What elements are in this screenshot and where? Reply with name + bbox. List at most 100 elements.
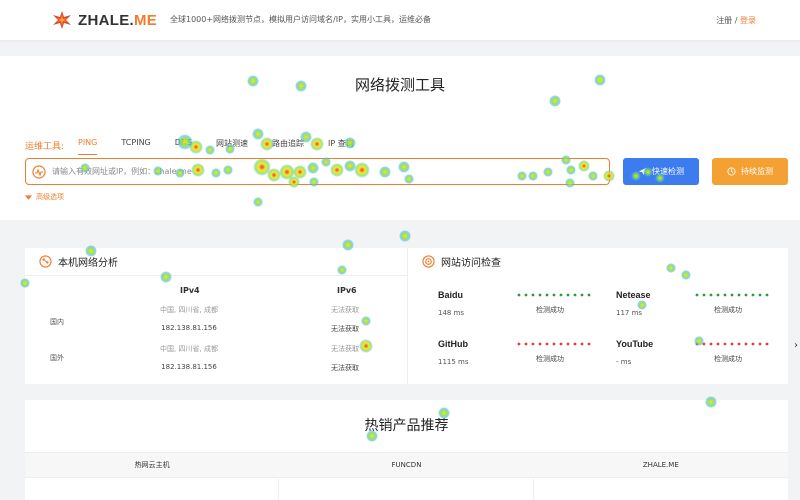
foreign-ipv4-location: 中国, 四川省, 成都 [160,345,218,353]
quick-check-button[interactable]: 快速检测 [623,158,699,185]
products-title: 热销产品推荐 [364,418,449,434]
brand-logo-icon [53,11,71,29]
status-dot [730,342,734,346]
status-dot [723,342,727,346]
site-status: 检测成功 [714,355,742,363]
register-link[interactable]: 注册 [716,16,732,25]
status-dot [751,293,755,297]
status-dot [587,342,591,346]
advanced-options-label: 高级选项 [36,193,64,201]
tab-ip-lookup[interactable]: IP 查询 [328,138,354,155]
site-latency: 117 ms [616,309,643,317]
product-tab-funcdn[interactable]: FUNCDN [279,453,533,477]
domestic-ipv4-location: 中国, 四川省, 成都 [160,306,218,314]
status-dot [580,293,584,297]
status-dot [716,293,720,297]
status-dot [531,342,535,346]
site-status: 检测成功 [536,355,564,363]
site-latency: 1115 ms [438,358,469,366]
tab-dns[interactable]: DNS [175,138,192,155]
auth-links: 注册 / 登录 [716,15,756,26]
site-latency: - ms [616,358,632,366]
status-dot [744,293,748,297]
quick-check-label: 快速检测 [652,167,684,176]
site-name: Baidu [438,290,464,300]
status-dot [545,293,549,297]
status-dot [538,293,542,297]
status-dot [524,342,528,346]
tool-label: 运维工具: [25,142,65,152]
product-tab-cloud-host[interactable]: 热网云主机 [25,453,279,477]
status-dot [723,293,727,297]
login-link[interactable]: 登录 [740,16,756,25]
tab-speedtest[interactable]: 网站测速 [216,138,248,155]
status-dot [517,293,521,297]
search-input[interactable] [52,162,602,181]
status-dot [695,293,699,297]
brand-name: ZHALE.ME [78,11,158,29]
tab-traceroute[interactable]: 路由追踪 [272,138,304,155]
status-dot [702,342,706,346]
auth-separator: / [732,16,740,25]
status-dots [695,342,769,346]
site-status: 检测成功 [536,306,564,314]
status-dots [517,342,591,346]
brand-logo[interactable]: ZHALE.ME [52,10,157,30]
status-dot [538,342,542,346]
site-check-github: GitHub 1115 ms 检测成功 [438,339,598,379]
status-dot [566,342,570,346]
ipv4-column-header: IPv4 [180,286,200,295]
status-dot [744,342,748,346]
status-dot [517,342,521,346]
status-dot [559,293,563,297]
table-divider [25,275,407,276]
heat-spot [399,230,411,242]
continuous-monitor-button[interactable]: 持续监测 [712,158,788,185]
foreign-ipv6-address: 无法获取 [331,364,359,372]
network-icon [39,255,52,268]
status-dot [559,342,563,346]
status-dot [758,342,762,346]
status-dot [765,293,769,297]
tool-tabs: PING TCPING DNS 网站测速 路由追踪 IP 查询 [78,138,378,155]
site-name: Netease [616,290,651,300]
status-dots [695,293,769,297]
local-analysis-header: 本机网络分析 [39,254,118,269]
status-dot [709,293,713,297]
status-dot [566,293,570,297]
status-dot [758,293,762,297]
status-dot [765,342,769,346]
page-title: 网络拨测工具 [354,76,445,94]
status-dots [517,293,591,297]
tab-tcping[interactable]: TCPING [121,138,150,155]
domestic-ipv4-address: 182.138.81.156 [161,324,217,332]
caret-down-icon [25,194,32,200]
status-dot [573,293,577,297]
site-latency: 148 ms [438,309,465,317]
site-tagline: 全球1000+网络拨测节点，模拟用户访问域名/IP，实用小工具，运维必备 [170,15,431,24]
status-dot [531,293,535,297]
products-card: 热销产品推荐 热网云主机 FUNCDN ZHALE.ME [25,400,788,500]
status-dot [552,293,556,297]
site-check-netease: Netease 117 ms 检测成功 [616,290,776,330]
row-label-domestic: 国内 [50,318,64,326]
domestic-ipv6-address: 无法获取 [331,325,359,333]
panel-divider [407,248,408,384]
local-analysis-title: 本机网络分析 [58,258,118,269]
status-dot [751,342,755,346]
product-tab-zhaleme[interactable]: ZHALE.ME [534,453,788,477]
site-check-baidu: Baidu 148 ms 检测成功 [438,290,598,330]
chevron-right-icon[interactable]: › [794,340,798,351]
site-check-title: 网站访问检查 [441,258,501,269]
advanced-options-toggle[interactable]: 高级选项 [25,192,64,202]
status-dot [580,342,584,346]
pulse-icon [32,165,46,179]
search-box [25,158,610,185]
status-dot [573,342,577,346]
status-dot [545,342,549,346]
status-dot [737,342,741,346]
foreign-ipv6-location: 无法获取 [331,345,359,353]
product-column [25,479,279,500]
tab-ping[interactable]: PING [78,138,98,155]
status-dot [709,342,713,346]
